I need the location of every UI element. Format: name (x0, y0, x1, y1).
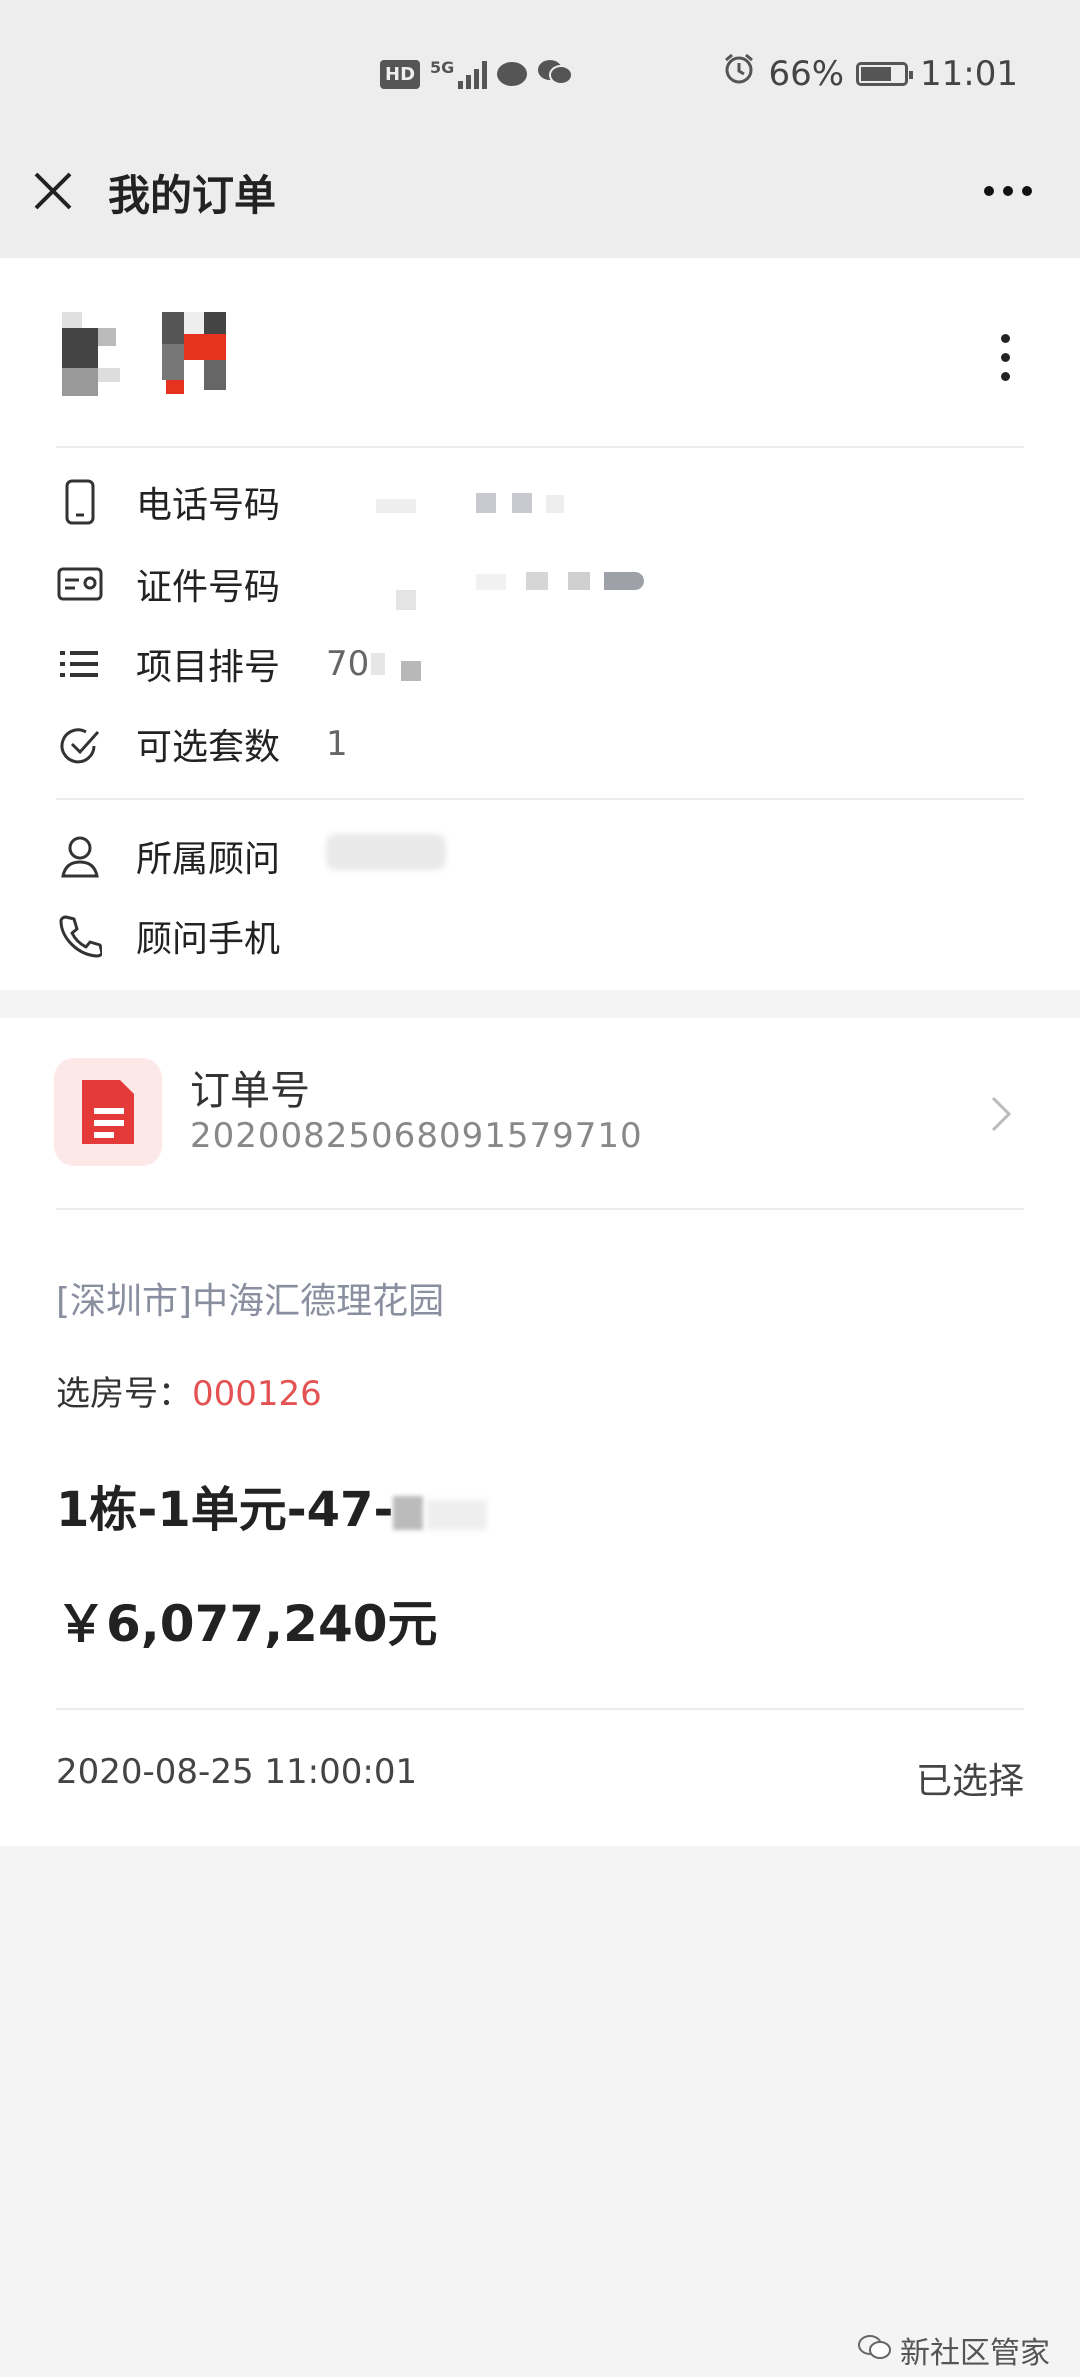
order-status: 已选择 (915, 1761, 1024, 1802)
wechat-logo-icon (858, 2333, 892, 2368)
battery-icon (856, 61, 914, 86)
row-label: 项目排号 (136, 647, 281, 688)
room-number-value: 000126 (192, 1374, 322, 1414)
queue-number-value: 70 (326, 644, 370, 684)
signal-icon (458, 59, 488, 89)
project-name: [深圳市]中海汇德理花园 (56, 1281, 445, 1322)
alarm-icon (722, 52, 756, 95)
room-number-label: 选房号： (56, 1374, 192, 1414)
divider (56, 1708, 1024, 1710)
phone-handset-icon (56, 912, 104, 960)
page-title: 我的订单 (108, 171, 277, 220)
divider (56, 1208, 1024, 1210)
order-number: 20200825068091579710 (190, 1116, 643, 1156)
message-icon (497, 62, 528, 86)
divider (56, 798, 1024, 800)
queue-number-row: 项目排号 70 (56, 634, 422, 694)
status-icons-left: HD 5G (380, 58, 574, 90)
advisor-row: 所属顾问 (56, 826, 446, 886)
row-value: 1 (326, 724, 348, 764)
row-value (326, 559, 644, 610)
customer-name-blurred (56, 310, 246, 400)
list-icon (56, 640, 104, 688)
phone-row: 电话号码 (56, 472, 564, 532)
order-time: 2020-08-25 11:00:01 (56, 1752, 418, 1792)
room-number-line: 选房号：000126 (56, 1366, 322, 1415)
available-units-row: 可选套数 1 (56, 714, 348, 774)
unit-address: 1栋-1单元-47- (56, 1470, 488, 1540)
document-icon (54, 1058, 162, 1166)
unit-text: 1栋-1单元-47- (56, 1482, 394, 1538)
id-card-icon (56, 560, 104, 608)
wechat-icon (537, 58, 574, 90)
phone-icon (56, 478, 104, 526)
row-value: 70 (326, 644, 422, 684)
row-label: 可选套数 (136, 727, 281, 768)
watermark: 新社区管家 (858, 2328, 1050, 2372)
network-label: 5G (430, 58, 455, 77)
id-row: 证件号码 (56, 554, 644, 614)
hd-badge: HD (380, 59, 421, 89)
advisor-phone-row: 顾问手机 (56, 906, 326, 966)
order-label: 订单号 (190, 1068, 310, 1114)
battery-percent: 66% (768, 53, 845, 94)
card-menu-icon[interactable] (1001, 334, 1010, 381)
clock: 11:01 (920, 53, 1018, 94)
row-label: 所属顾问 (136, 839, 281, 880)
chevron-right-icon[interactable] (988, 1094, 1016, 1134)
divider (56, 446, 1024, 448)
close-icon[interactable] (32, 170, 74, 212)
row-label: 顾问手机 (136, 919, 281, 960)
row-value (326, 833, 446, 879)
check-icon (56, 720, 104, 768)
more-options-icon[interactable] (984, 186, 1032, 196)
order-price: ￥6,077,240元 (56, 1595, 438, 1653)
row-label: 证件号码 (136, 567, 281, 608)
watermark-text: 新社区管家 (900, 2336, 1050, 2371)
status-icons-right: 66% 11:01 (722, 52, 1018, 95)
row-label: 电话号码 (136, 485, 281, 526)
row-value (326, 482, 564, 522)
person-icon (56, 832, 104, 880)
